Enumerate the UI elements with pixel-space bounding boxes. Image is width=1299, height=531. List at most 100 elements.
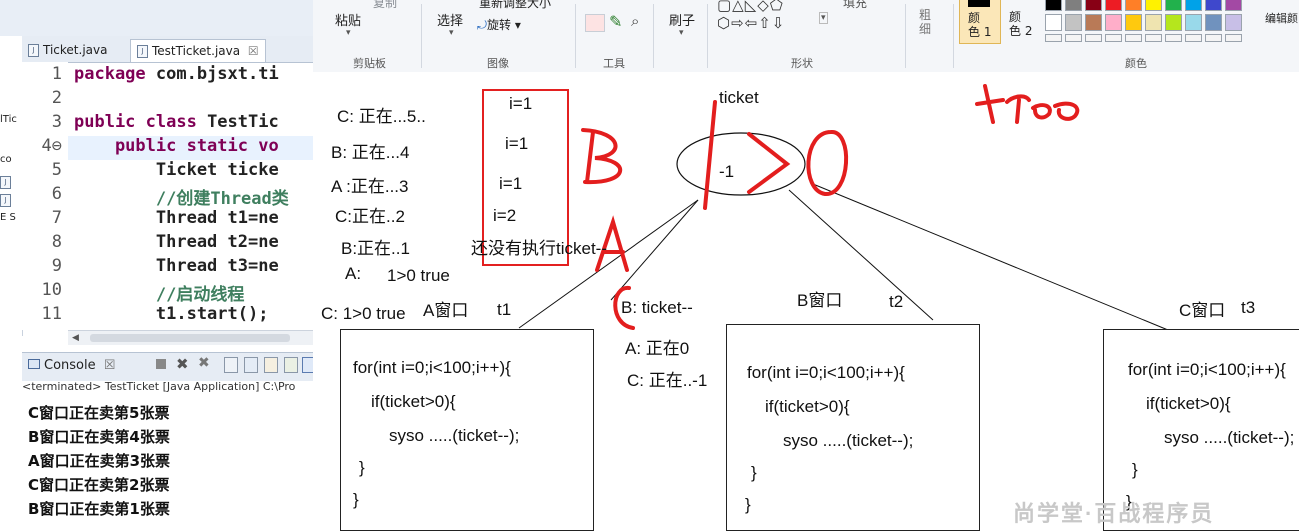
horizontal-scrollbar[interactable]: ◀	[68, 330, 313, 345]
palette-swatch[interactable]	[1225, 14, 1242, 31]
paint-ribbon: 粘贴 ▾ 复制 剪贴板 选择 ▾ 重新调整大小 ⤾旋转 ▾ 图像 ✎ ⌕ 工具 …	[313, 0, 1299, 73]
console-tab[interactable]: Console ☒	[28, 358, 115, 373]
tab-testticket-java[interactable]: J TestTicket.java ☒	[130, 39, 266, 62]
rotate-button[interactable]: ⤾旋转 ▾	[477, 16, 521, 33]
paste-button[interactable]: 粘贴	[335, 10, 361, 29]
line-number: 4⊖	[41, 136, 62, 156]
java-file-icon: J	[0, 194, 15, 207]
handwritten-zero	[806, 130, 849, 197]
palette-swatch[interactable]	[1165, 14, 1182, 31]
code-editor[interactable]: package com.bjsxt.ti public class TestTi…	[68, 62, 313, 330]
scrollbar-thumb[interactable]	[90, 334, 290, 342]
code-line: Ticket ticke	[74, 160, 279, 180]
palette-empty-swatch[interactable]	[1105, 34, 1122, 42]
tab-close-icon[interactable]: ☒	[248, 44, 259, 58]
palette-empty-swatch[interactable]	[1185, 34, 1202, 42]
palette-swatch[interactable]	[1185, 0, 1202, 11]
ribbon-separator	[575, 4, 576, 68]
shapes-gallery-row1[interactable]: ▢△◺◇⬠	[717, 0, 784, 14]
remove-launch-icon[interactable]: ✖	[176, 355, 189, 373]
palette-swatch[interactable]	[1145, 14, 1162, 31]
window-label-b: B窗口	[797, 291, 843, 310]
palette-swatch[interactable]	[1065, 0, 1082, 11]
brush-button[interactable]: 刷子	[669, 10, 695, 29]
palette-empty-swatch[interactable]	[1065, 34, 1082, 42]
note-line: A:	[345, 264, 362, 283]
palette-swatch[interactable]	[1145, 0, 1162, 11]
color1-swatch	[968, 0, 990, 7]
scroll-left-icon[interactable]: ◀	[72, 333, 79, 343]
rotate-label: 旋转	[487, 18, 512, 32]
package-item[interactable]: lTic	[0, 114, 17, 125]
palette-swatch[interactable]	[1085, 14, 1102, 31]
tab-label: TestTicket.java	[152, 44, 241, 58]
select-dropdown-icon[interactable]: ▾	[449, 28, 454, 38]
color-palette[interactable]	[1045, 0, 1255, 44]
package-item[interactable]: co	[0, 154, 12, 165]
code-keyword: package	[74, 64, 146, 84]
console-output-line: C窗口正在卖第5张票	[28, 404, 170, 422]
terminate-icon[interactable]	[156, 359, 166, 369]
palette-empty-swatch[interactable]	[1165, 34, 1182, 42]
palette-empty-swatch[interactable]	[1125, 34, 1142, 42]
code-line: public static vo	[74, 136, 279, 156]
package-item[interactable]: E S	[0, 212, 16, 223]
palette-swatch[interactable]	[1185, 14, 1202, 31]
palette-empty-swatch[interactable]	[1225, 34, 1242, 42]
color2-button[interactable]: 颜 色 2	[1009, 10, 1032, 38]
word-wrap-icon[interactable]	[264, 357, 278, 373]
paint-canvas[interactable]: ticket -1 C: 正在...5.. B: 正在...4 A :正在...…	[313, 72, 1299, 531]
palette-swatch[interactable]	[1085, 0, 1102, 11]
palette-swatch[interactable]	[1125, 14, 1142, 31]
palette-empty-swatch[interactable]	[1145, 34, 1162, 42]
size-button[interactable]: 粗 细	[919, 8, 931, 36]
palette-empty-swatch[interactable]	[1085, 34, 1102, 42]
line-number: 6	[51, 184, 62, 204]
resize-button[interactable]: 重新调整大小	[479, 0, 551, 11]
color1-button[interactable]: 颜 色 1	[959, 0, 1001, 44]
shapes-more-icon[interactable]: ▾	[819, 12, 828, 24]
palette-swatch[interactable]	[1225, 0, 1242, 11]
palette-swatch[interactable]	[1045, 0, 1062, 11]
palette-swatch[interactable]	[1125, 0, 1142, 11]
shapes-gallery-row2[interactable]: ⬡⇨⇦⇧⇩	[717, 14, 785, 32]
tab-ticket-java[interactable]: J Ticket.java	[28, 39, 107, 61]
eraser-icon[interactable]	[585, 14, 605, 32]
clear-console-icon[interactable]	[224, 357, 238, 373]
paste-dropdown-icon[interactable]: ▾	[346, 28, 351, 38]
palette-swatch[interactable]	[1045, 14, 1062, 31]
line-number: 8	[51, 232, 62, 252]
edit-colors-button[interactable]: 编辑颜	[1265, 10, 1298, 26]
select-button[interactable]: 选择	[437, 10, 463, 29]
palette-swatch[interactable]	[1065, 14, 1082, 31]
ribbon-separator	[953, 4, 954, 68]
magnifier-icon[interactable]: ⌕	[631, 12, 639, 30]
code-box-line: }	[745, 495, 751, 514]
brush-dropdown-icon[interactable]: ▾	[679, 28, 684, 38]
line-number: 1	[51, 64, 62, 84]
line-number: 9	[51, 256, 62, 276]
remove-all-icon[interactable]: ✖	[198, 355, 210, 371]
middle-line	[610, 199, 699, 301]
color-picker-icon[interactable]: ✎	[609, 12, 622, 31]
window-label-c: C窗口	[1179, 301, 1226, 320]
palette-swatch[interactable]	[1105, 14, 1122, 31]
pin-console-icon[interactable]	[284, 357, 298, 373]
code-line: //创建Thread类	[74, 184, 289, 209]
palette-empty-swatch[interactable]	[1205, 34, 1222, 42]
scroll-lock-icon[interactable]	[244, 357, 258, 373]
code-text: TestTic	[196, 112, 279, 132]
line-number: 7	[51, 208, 62, 228]
display-console-icon[interactable]	[302, 357, 313, 373]
package-explorer[interactable]: lTic co J J E S	[0, 36, 23, 336]
palette-empty-swatch[interactable]	[1045, 34, 1062, 42]
console-close-icon[interactable]: ☒	[104, 358, 116, 373]
code-line: package com.bjsxt.ti	[74, 64, 279, 84]
palette-swatch[interactable]	[1105, 0, 1122, 11]
palette-swatch[interactable]	[1165, 0, 1182, 11]
fill-button[interactable]: 填充	[843, 0, 867, 11]
palette-swatch[interactable]	[1205, 14, 1222, 31]
color1-label: 颜 色 1	[968, 11, 992, 39]
palette-swatch[interactable]	[1205, 0, 1222, 11]
copy-button[interactable]: 复制	[373, 0, 397, 11]
